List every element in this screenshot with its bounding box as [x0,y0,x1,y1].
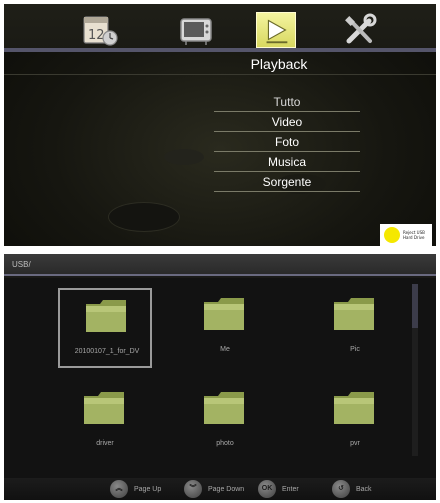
folder-icon [334,392,374,424]
page-down-label: Page Down [208,485,245,493]
calendar-clock-icon[interactable]: 12 [80,12,120,48]
folder-grid: 20100107_1_for_DV Me Pic driver photo pv… [4,278,436,478]
tv-icon[interactable] [176,12,216,48]
folder-item[interactable]: pvr [308,382,402,462]
ok-key-icon: OK [258,480,276,498]
folder-name: driver [96,440,114,447]
category-bar: 12 [4,4,436,52]
page-up-label: Page Up [134,485,162,493]
back-hint[interactable]: ↺ Back [332,480,372,498]
playback-icon[interactable] [256,12,296,48]
file-browser-screen: USB/ 20100107_1_for_DV Me Pic driver pho… [4,254,436,500]
folder-icon [204,392,244,424]
menu-item-foto[interactable]: Foto [214,132,360,152]
tools-icon[interactable] [340,12,380,48]
menu-item-video[interactable]: Video [214,112,360,132]
folder-icon [84,392,124,424]
reject-usb-label: Reject USB Hard Drive [403,230,425,240]
folder-icon [86,300,126,332]
folder-name: pvr [350,440,360,447]
folder-item[interactable]: driver [58,382,152,462]
back-label: Back [356,485,372,493]
page-up-hint[interactable]: ︽ Page Up [110,480,161,498]
current-path: USB/ [12,260,31,269]
folder-item[interactable]: photo [178,382,272,462]
menu-item-sorgente[interactable]: Sorgente [214,172,360,192]
background-shape [164,149,204,165]
folder-icon [334,298,374,330]
folder-item[interactable]: Pic [308,288,402,368]
hdd-dot-icon [384,227,400,243]
back-icon: ↺ [332,480,350,498]
folder-icon [204,298,244,330]
folder-name: Me [220,346,230,353]
folder-item[interactable]: Me [178,288,272,368]
page-down-hint[interactable]: ︾ Page Down [184,480,244,498]
reject-usb-button[interactable]: Reject USB Hard Drive [380,224,432,246]
menu-item-tutto[interactable]: Tutto [214,92,360,112]
folder-name: 20100107_1_for_DV [74,348,140,355]
double-up-icon: ︽ [110,480,128,498]
double-down-icon: ︾ [184,480,202,498]
background-shape [108,202,180,232]
page-title: Playback [250,56,308,72]
path-bar: USB/ [4,254,436,276]
scrollbar-thumb[interactable] [412,284,418,328]
enter-hint[interactable]: OK Enter [258,480,299,498]
accent-rule [4,48,436,52]
main-menu-screen: 12 Playback Tutto Video Foto Musica Sorg… [4,4,436,246]
folder-name: photo [216,440,234,447]
folder-name: Pic [350,346,360,353]
menu-item-musica[interactable]: Musica [214,152,360,172]
enter-label: Enter [282,485,299,493]
svg-text:12: 12 [88,28,105,43]
scrollbar[interactable] [412,284,418,456]
folder-item[interactable]: 20100107_1_for_DV [58,288,152,368]
playback-menu: Tutto Video Foto Musica Sorgente [214,92,360,192]
title-divider [4,74,436,75]
key-hint-bar: ︽ Page Up ︾ Page Down OK Enter ↺ Back [4,478,436,500]
